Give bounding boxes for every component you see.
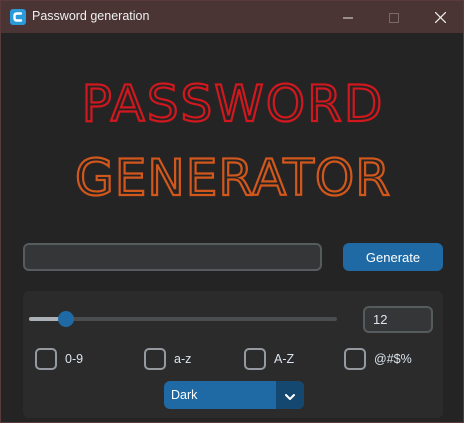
logo-line-1: PASSWORD xyxy=(82,75,385,133)
digits-checkbox[interactable]: 0-9 xyxy=(35,348,83,370)
generate-button-label: Generate xyxy=(365,249,421,265)
checkbox-label: a-z xyxy=(174,352,192,366)
close-icon xyxy=(434,8,446,27)
chevron-down-icon xyxy=(285,386,295,405)
theme-dropdown[interactable]: Dark xyxy=(164,381,304,409)
lowercase-checkbox[interactable]: a-z xyxy=(144,348,191,370)
symbols-checkbox[interactable]: @#$% xyxy=(344,348,412,370)
checkbox-label: 0-9 xyxy=(65,352,84,366)
theme-dropdown-toggle[interactable] xyxy=(276,381,304,409)
minimize-button[interactable] xyxy=(325,1,371,33)
app-logo-icon xyxy=(10,9,26,25)
settings-panel: 0-9 a-z A-Z @#$% Dark xyxy=(23,291,443,418)
close-button[interactable] xyxy=(417,1,463,33)
title-logo: PASSWORD GENERATOR xyxy=(74,74,391,208)
title-bar[interactable]: Password generation xyxy=(1,1,463,33)
checkbox-box[interactable] xyxy=(244,348,266,370)
maximize-button[interactable] xyxy=(371,1,417,33)
generate-button[interactable]: Generate xyxy=(343,243,443,271)
checkbox-box[interactable] xyxy=(344,348,366,370)
maximize-icon xyxy=(389,8,399,27)
uppercase-checkbox[interactable]: A-Z xyxy=(244,348,294,370)
logo-line-2: GENERATOR xyxy=(75,149,391,207)
checkbox-label: A-Z xyxy=(274,352,295,366)
app-window: Password generation PASSWORD GENERATOR G… xyxy=(0,0,464,423)
checkbox-box[interactable] xyxy=(35,348,57,370)
minimize-icon xyxy=(343,8,353,27)
checkbox-box[interactable] xyxy=(144,348,166,370)
length-slider-handle[interactable] xyxy=(58,311,74,327)
theme-dropdown-value: Dark xyxy=(171,388,198,402)
password-output-field[interactable] xyxy=(23,243,322,271)
length-slider[interactable] xyxy=(29,317,337,321)
checkbox-label: @#$% xyxy=(374,352,412,366)
length-field[interactable] xyxy=(363,306,433,333)
window-title: Password generation xyxy=(32,9,150,23)
